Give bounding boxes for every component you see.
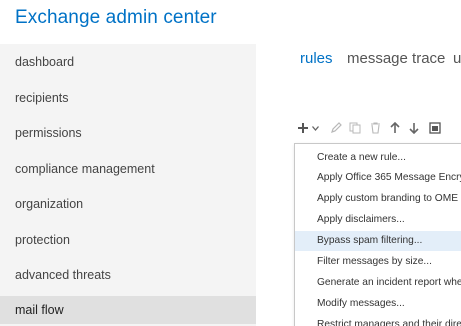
menu-item-create-new-rule[interactable]: Create a new rule...: [295, 148, 461, 168]
menu-item-restrict-managers[interactable]: Restrict managers and their direct repor…: [295, 315, 461, 326]
sidebar-item-advanced-threats[interactable]: advanced threats: [0, 261, 256, 289]
app-title: Exchange admin center: [15, 7, 217, 28]
sidebar-item-mail-flow[interactable]: mail flow: [0, 296, 256, 324]
sidebar-item-organization[interactable]: organization: [0, 190, 256, 218]
chevron-down-icon[interactable]: [310, 118, 320, 138]
sidebar-item-dashboard[interactable]: dashboard: [0, 48, 256, 76]
menu-item-filter-by-size[interactable]: Filter messages by size...: [295, 252, 461, 272]
new-rule-menu: Create a new rule... Apply Office 365 Me…: [294, 143, 461, 326]
menu-item-modify-messages[interactable]: Modify messages...: [295, 294, 461, 314]
tab-rules[interactable]: rules: [300, 50, 333, 67]
sidebar-item-recipients[interactable]: recipients: [0, 84, 256, 112]
menu-item-apply-disclaimers[interactable]: Apply disclaimers...: [295, 210, 461, 230]
move-up-icon[interactable]: [387, 118, 403, 138]
tab-message-trace[interactable]: message trace: [347, 50, 445, 67]
copy-icon[interactable]: [347, 118, 363, 138]
sidebar-nav: dashboard recipients permissions complia…: [0, 44, 256, 326]
rules-toolbar: [296, 118, 461, 138]
menu-item-bypass-spam-filtering[interactable]: Bypass spam filtering...: [295, 231, 461, 251]
delete-icon[interactable]: [367, 118, 383, 138]
menu-item-apply-ome[interactable]: Apply Office 365 Message Encryption and …: [295, 168, 461, 188]
export-icon[interactable]: [427, 118, 443, 138]
move-down-icon[interactable]: [406, 118, 422, 138]
menu-item-generate-incident-report[interactable]: Generate an incident report when sensiti…: [295, 273, 461, 293]
sidebar-item-compliance-management[interactable]: compliance management: [0, 155, 256, 183]
sidebar-item-permissions[interactable]: permissions: [0, 119, 256, 147]
sidebar-item-protection[interactable]: protection: [0, 226, 256, 254]
edit-icon[interactable]: [328, 118, 344, 138]
tab-u[interactable]: u: [453, 50, 461, 67]
add-icon[interactable]: [296, 118, 310, 138]
menu-item-apply-custom-branding[interactable]: Apply custom branding to OME messages...: [295, 189, 461, 209]
